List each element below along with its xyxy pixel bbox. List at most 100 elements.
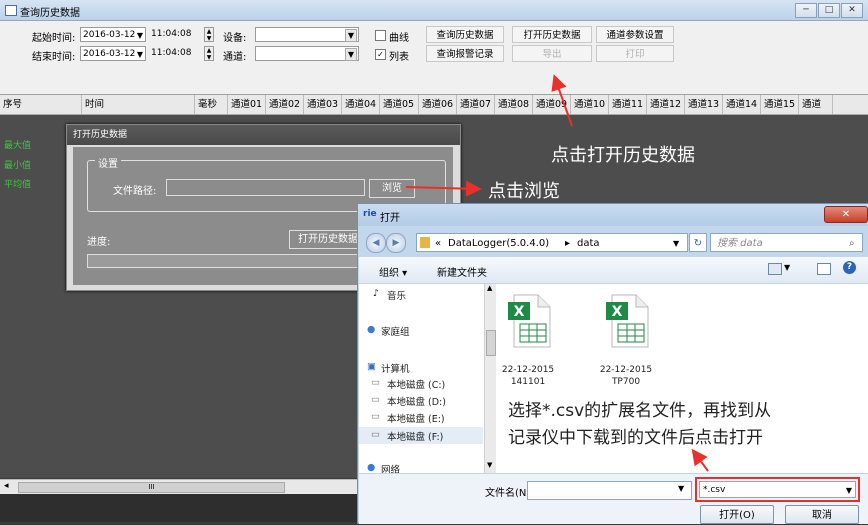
open-button[interactable]: 打开(O) [700, 505, 774, 524]
nav-item-drive-c[interactable]: 本地磁盘 (C:) [387, 377, 445, 391]
column-header[interactable]: 通道03 [304, 95, 342, 114]
nav-item-music[interactable]: 音乐 [387, 288, 406, 302]
file-type-filter[interactable]: *.csv ▼ [699, 481, 856, 498]
chevron-down-icon: ▼ [136, 50, 143, 59]
scroll-up-icon[interactable]: ▲ [487, 284, 492, 292]
open-history-button[interactable]: 打开历史数据 [512, 26, 592, 43]
column-header[interactable]: 通道15 [761, 95, 799, 114]
excel-file-icon[interactable]: X [508, 294, 551, 348]
column-header[interactable]: 序号 [0, 95, 82, 114]
file-path-label: 文件路径: [113, 186, 157, 197]
nav-item-drive-f[interactable]: 本地磁盘 (F:) [387, 429, 443, 443]
start-date-picker[interactable]: 2016-03-12 ▼ [80, 27, 146, 42]
file-list[interactable]: X 22-12-2015 141101 X 22-12-2015 TP700 选择*… [496, 284, 868, 473]
ie-icon: rie [363, 209, 377, 219]
column-header[interactable]: 通道 [799, 95, 833, 114]
help-icon[interactable]: ? [843, 261, 856, 274]
column-header[interactable]: 通道13 [685, 95, 723, 114]
close-button[interactable]: ✕ [841, 3, 863, 18]
channel-select[interactable]: ▼ [255, 46, 359, 61]
column-header[interactable]: 通道01 [228, 95, 266, 114]
maximize-button[interactable]: □ [818, 3, 840, 18]
file-1-line1: 22-12-2015 [501, 365, 555, 375]
channel-params-button[interactable]: 通道参数设置 [596, 26, 674, 43]
scroll-down-icon[interactable]: ▼ [487, 461, 492, 469]
end-time-input[interactable]: 11:04:08 [149, 46, 203, 61]
curve-label: 曲线 [389, 33, 409, 44]
annotation-click-browse: 点击浏览 [488, 181, 560, 202]
file-2-line2: TP700 [611, 377, 641, 387]
new-folder-button[interactable]: 新建文件夹 [437, 264, 487, 279]
column-header[interactable]: 通道14 [723, 95, 761, 114]
column-header[interactable]: 毫秒 [195, 95, 228, 114]
column-header[interactable]: 通道05 [380, 95, 419, 114]
chevron-down-icon[interactable]: ▼ [673, 234, 679, 253]
progress-bar [87, 254, 371, 268]
open-history-data-button[interactable]: 打开历史数据 [289, 230, 367, 249]
nav-item-drive-e[interactable]: 本地磁盘 (E:) [387, 411, 445, 425]
file-name-2[interactable]: 22-12-2015 TP700 [588, 364, 664, 388]
address-segment-data[interactable]: data [577, 234, 600, 253]
search-input[interactable]: 搜索 data ⌕ [710, 233, 863, 252]
chevron-down-icon[interactable]: ▼ [784, 263, 790, 272]
column-header[interactable]: 通道09 [533, 95, 571, 114]
view-icon[interactable] [768, 263, 782, 275]
query-alarm-button[interactable]: 查询报警记录 [426, 45, 504, 62]
row-label-max: 最大值 [4, 141, 32, 151]
end-time-spinner[interactable]: ▲ ▼ [204, 46, 214, 61]
column-header[interactable]: 通道02 [266, 95, 304, 114]
grid-header: 序号 时间 毫秒 通道01 通道02 通道03 通道04 通道05 通道06 通道07 通道08 通道… [0, 95, 868, 115]
column-header[interactable]: 通道08 [495, 95, 533, 114]
open-history-dialog-title: 打开历史数据 [67, 125, 460, 145]
column-header[interactable]: 通道12 [647, 95, 685, 114]
file-1-line2: 141101 [510, 377, 546, 387]
scroll-thumb[interactable]: III [18, 482, 285, 493]
curve-checkbox[interactable] [375, 30, 386, 41]
print-button[interactable]: 打印 [596, 45, 674, 62]
list-checkbox[interactable]: ✓ [375, 49, 386, 60]
address-bar[interactable]: « DataLogger(5.0.4.0) ▸ data ▼ [416, 233, 688, 252]
forward-arrow-icon[interactable]: ▶ [386, 233, 406, 253]
column-header[interactable]: 通道11 [609, 95, 647, 114]
preview-pane-icon[interactable] [817, 263, 831, 275]
app-icon [5, 5, 17, 16]
cancel-button[interactable]: 取消 [785, 505, 859, 524]
start-time-spinner[interactable]: ▲ ▼ [204, 27, 214, 42]
nav-item-computer[interactable]: 计算机 [381, 361, 410, 375]
address-segment-datalogger[interactable]: DataLogger(5.0.4.0) [448, 234, 549, 253]
nav-item-drive-d[interactable]: 本地磁盘 (D:) [387, 394, 446, 408]
column-header[interactable]: 通道07 [457, 95, 495, 114]
file-dialog-close-button[interactable]: ✕ [824, 206, 868, 223]
nav-item-homegroup[interactable]: 家庭组 [381, 324, 410, 338]
refresh-icon[interactable]: ↻ [689, 233, 707, 252]
excel-file-icon[interactable]: X [606, 294, 649, 348]
column-header[interactable]: 时间 [82, 95, 195, 114]
chevron-down-icon[interactable]: ▼ [846, 482, 852, 499]
settings-group-label: 设置 [95, 155, 121, 170]
filename-input[interactable]: ▼ [527, 481, 692, 500]
end-date-picker[interactable]: 2016-03-12 ▼ [80, 46, 146, 61]
scroll-left-icon[interactable]: ◂ [4, 481, 9, 491]
file-name-1[interactable]: 22-12-2015 141101 [490, 364, 566, 388]
file-2-line1: 22-12-2015 [599, 365, 653, 375]
minimize-button[interactable]: ─ [795, 3, 817, 18]
device-select[interactable]: ▼ [255, 27, 359, 42]
row-label-avg: 平均值 [4, 180, 32, 190]
browse-button[interactable]: 浏览 [369, 179, 415, 198]
back-arrow-icon[interactable]: ◀ [366, 233, 386, 253]
chevron-down-icon[interactable]: ▼ [678, 484, 684, 493]
organize-menu[interactable]: 组织 ▾ [379, 264, 407, 279]
column-header[interactable]: 通道06 [419, 95, 457, 114]
export-button[interactable]: 导出 [512, 45, 592, 62]
annotation-click-open-history: 点击打开历史数据 [551, 145, 695, 166]
address-prefix: « [435, 238, 442, 249]
nav-scroll-thumb[interactable] [486, 330, 496, 356]
file-path-input[interactable] [166, 179, 365, 196]
column-header[interactable]: 通道04 [342, 95, 380, 114]
drive-icon: ▭ [371, 394, 380, 405]
query-history-button[interactable]: 查询历史数据 [426, 26, 504, 43]
column-header[interactable]: 通道10 [571, 95, 609, 114]
svg-text:X: X [612, 304, 623, 320]
start-time-input[interactable]: 11:04:08 [149, 27, 203, 42]
filter-value: *.csv [703, 485, 726, 495]
